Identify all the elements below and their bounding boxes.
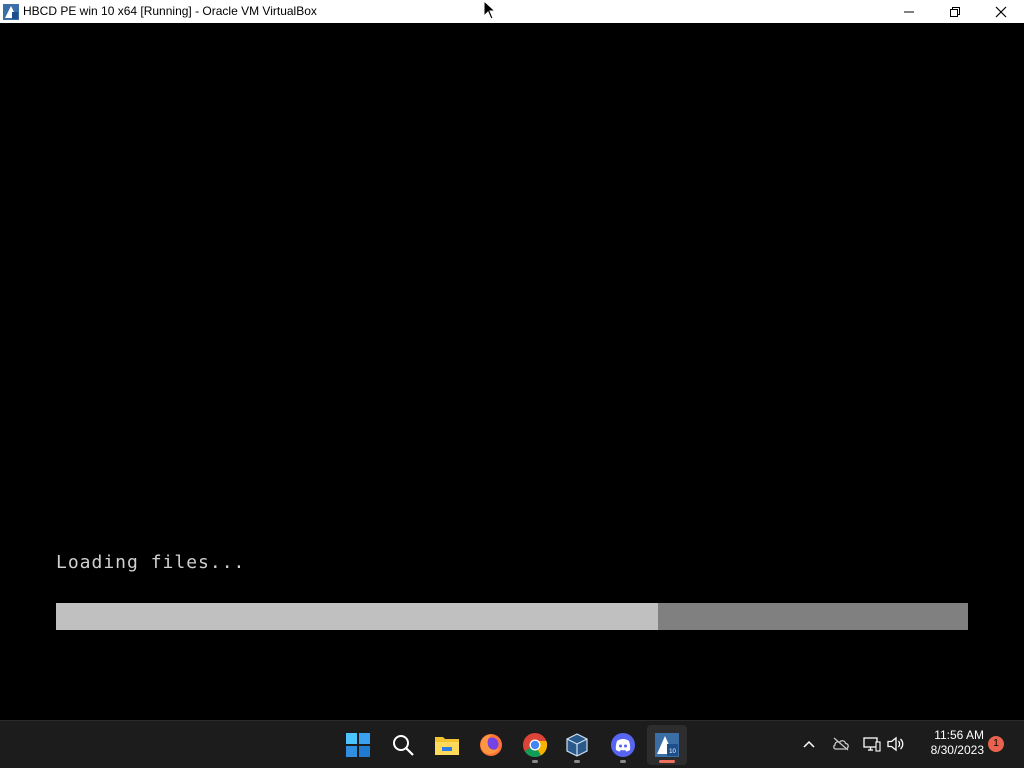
running-indicator <box>620 760 626 763</box>
firefox-button[interactable] <box>471 725 511 765</box>
virtualbox-vm-button[interactable]: 10 <box>647 725 687 765</box>
chrome-button[interactable] <box>515 725 555 765</box>
clock-date: 8/30/2023 <box>930 743 984 757</box>
running-indicator <box>574 760 580 763</box>
start-button[interactable] <box>338 725 378 765</box>
minimize-icon <box>904 11 914 12</box>
windows-start-icon <box>346 733 370 757</box>
window-controls <box>886 0 1024 23</box>
virtualbox-window: HBCD PE win 10 x64 [Running] - Oracle VM… <box>0 0 1024 720</box>
virtualbox-icon: 10 <box>655 733 679 757</box>
svg-text:10: 10 <box>669 749 676 755</box>
folder-icon <box>435 737 459 755</box>
loading-progress-bar <box>56 603 968 630</box>
running-indicator <box>532 760 538 763</box>
network-icon <box>863 737 881 752</box>
chevron-up-icon <box>803 740 815 748</box>
minimize-button[interactable] <box>886 0 932 23</box>
virtualbox-manager-button[interactable] <box>557 725 597 765</box>
close-icon <box>995 6 1007 17</box>
clock-time: 11:56 AM <box>934 728 984 742</box>
network-button[interactable] <box>861 733 883 755</box>
virtualbox-icon <box>3 3 19 20</box>
onedrive-status-button[interactable] <box>830 733 852 755</box>
restore-icon <box>950 6 960 17</box>
file-explorer-button[interactable] <box>427 725 467 765</box>
window-title: HBCD PE win 10 x64 [Running] - Oracle VM… <box>23 4 317 18</box>
loading-progress-fill <box>56 603 658 630</box>
discord-icon <box>611 733 635 757</box>
close-button[interactable] <box>978 0 1024 23</box>
volume-icon <box>887 736 904 752</box>
firefox-icon <box>480 734 502 756</box>
active-indicator <box>659 760 675 763</box>
vm-display[interactable]: Loading files... <box>0 23 1024 720</box>
mouse-cursor-icon <box>483 0 497 20</box>
chrome-icon <box>523 733 548 758</box>
cloud-offline-icon <box>833 737 849 751</box>
discord-button[interactable] <box>603 725 643 765</box>
restore-button[interactable] <box>932 0 978 23</box>
taskbar: 10 <box>0 720 1024 768</box>
taskbar-clock[interactable]: 11:56 AM 8/30/2023 <box>914 728 984 758</box>
loading-status-text: Loading files... <box>56 552 246 573</box>
volume-button[interactable] <box>885 733 907 755</box>
search-button[interactable] <box>383 725 423 765</box>
show-hidden-icons-button[interactable] <box>798 733 820 755</box>
virtualbox-cube-icon <box>566 733 588 757</box>
title-bar[interactable]: HBCD PE win 10 x64 [Running] - Oracle VM… <box>0 0 1024 23</box>
search-icon <box>393 735 414 756</box>
notification-badge[interactable]: 1 <box>988 736 1004 752</box>
